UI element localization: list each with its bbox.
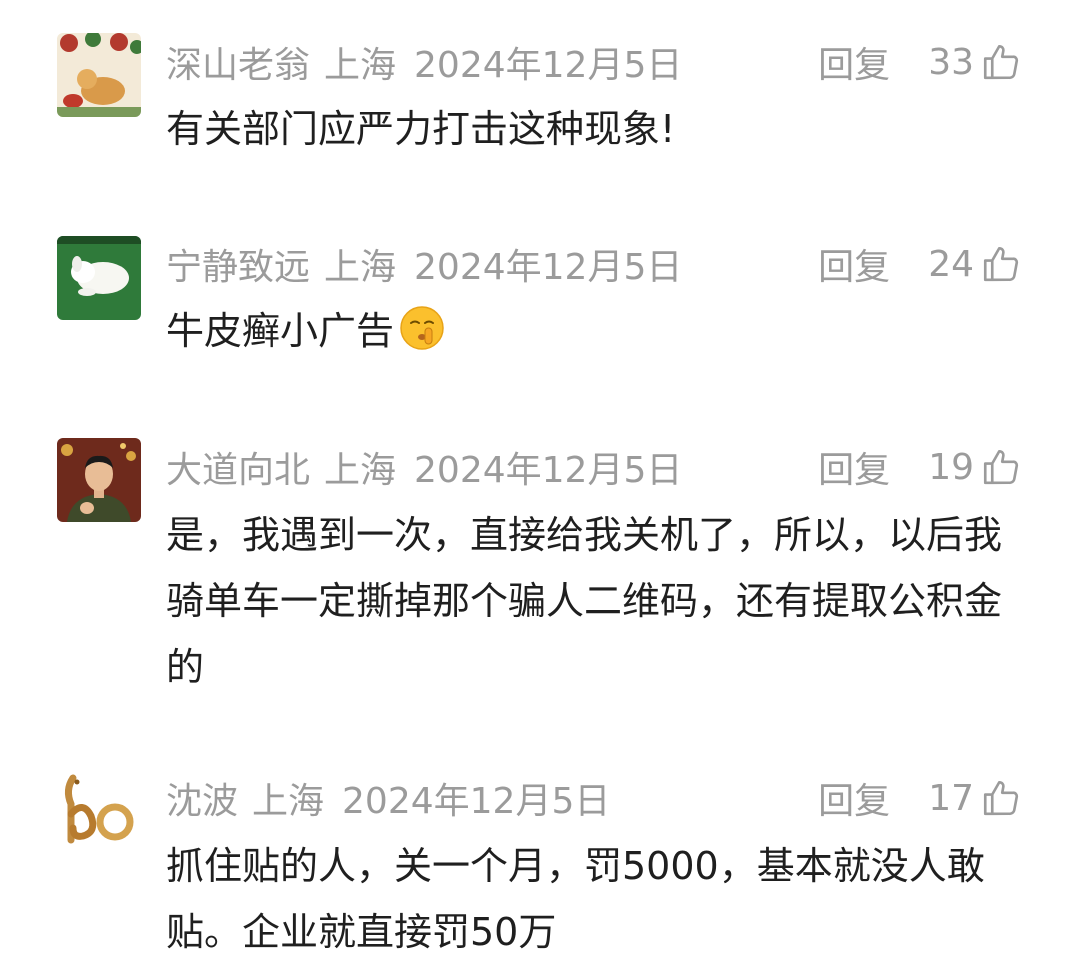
comment-author[interactable]: 大道向北	[166, 441, 310, 493]
comment-text: 有关部门应严力打击这种现象!	[166, 107, 676, 151]
comment-location: 上海	[324, 450, 397, 491]
sleeping-puppy-avatar-icon	[57, 236, 141, 320]
avatar[interactable]	[57, 236, 141, 320]
reply-button[interactable]: 回复	[818, 238, 890, 290]
like-count: 17	[928, 777, 974, 819]
thumbs-up-icon	[983, 246, 1019, 282]
comment-text: 抓住贴的人，关一个月，罚5000，基本就没人敢贴。企业就直接罚50万	[166, 844, 985, 954]
like-button[interactable]: 17	[928, 777, 1022, 819]
gold-logo-avatar-icon	[57, 770, 141, 854]
comment-meta: 沈波 上海 2024年12月5日 回复 17	[166, 773, 1022, 823]
comment-date: 2024年12月5日	[414, 247, 683, 288]
like-button[interactable]: 19	[928, 446, 1022, 488]
comment-author[interactable]: 宁静致远	[166, 238, 310, 290]
comment-author[interactable]: 深山老翁	[166, 36, 310, 88]
comment-meta: 宁静致远 上海 2024年12月5日 回复 24	[166, 239, 1022, 289]
avatar[interactable]	[57, 438, 141, 522]
comment-text: 牛皮癣小广告	[166, 309, 395, 353]
comment-date: 2024年12月5日	[342, 781, 611, 822]
comment-location: 上海	[324, 247, 397, 288]
like-count: 19	[928, 446, 974, 488]
like-count: 24	[928, 243, 974, 285]
thumbs-up-icon	[983, 449, 1019, 485]
like-count: 33	[928, 41, 974, 83]
comment-meta: 深山老翁 上海 2024年12月5日 回复 33	[166, 37, 1022, 87]
reply-button[interactable]: 回复	[818, 772, 890, 824]
comment-location: 上海	[324, 45, 397, 86]
comment-date: 2024年12月5日	[414, 450, 683, 491]
comment-text: 是，我遇到一次，直接给我关机了，所以，以后我骑单车一定撕掉那个骗人二维码，还有提…	[166, 513, 1003, 689]
shushing-face-emoji-icon	[400, 306, 444, 350]
christmas-dog-avatar-icon	[57, 33, 141, 117]
like-button[interactable]: 33	[928, 41, 1022, 83]
like-button[interactable]: 24	[928, 243, 1022, 285]
comment-meta: 大道向北 上海 2024年12月5日 回复 19	[166, 442, 1022, 492]
thumbs-up-icon	[983, 780, 1019, 816]
avatar[interactable]	[57, 770, 141, 854]
man-portrait-avatar-icon	[57, 438, 141, 522]
comment-date: 2024年12月5日	[414, 45, 683, 86]
avatar[interactable]	[57, 33, 141, 117]
comment-author[interactable]: 沈波	[166, 772, 238, 824]
comment-text-line: 牛皮癣小广告	[166, 298, 1036, 364]
reply-button[interactable]: 回复	[818, 36, 890, 88]
thumbs-up-icon	[983, 44, 1019, 80]
comment-location: 上海	[252, 781, 325, 822]
reply-button[interactable]: 回复	[818, 441, 890, 493]
